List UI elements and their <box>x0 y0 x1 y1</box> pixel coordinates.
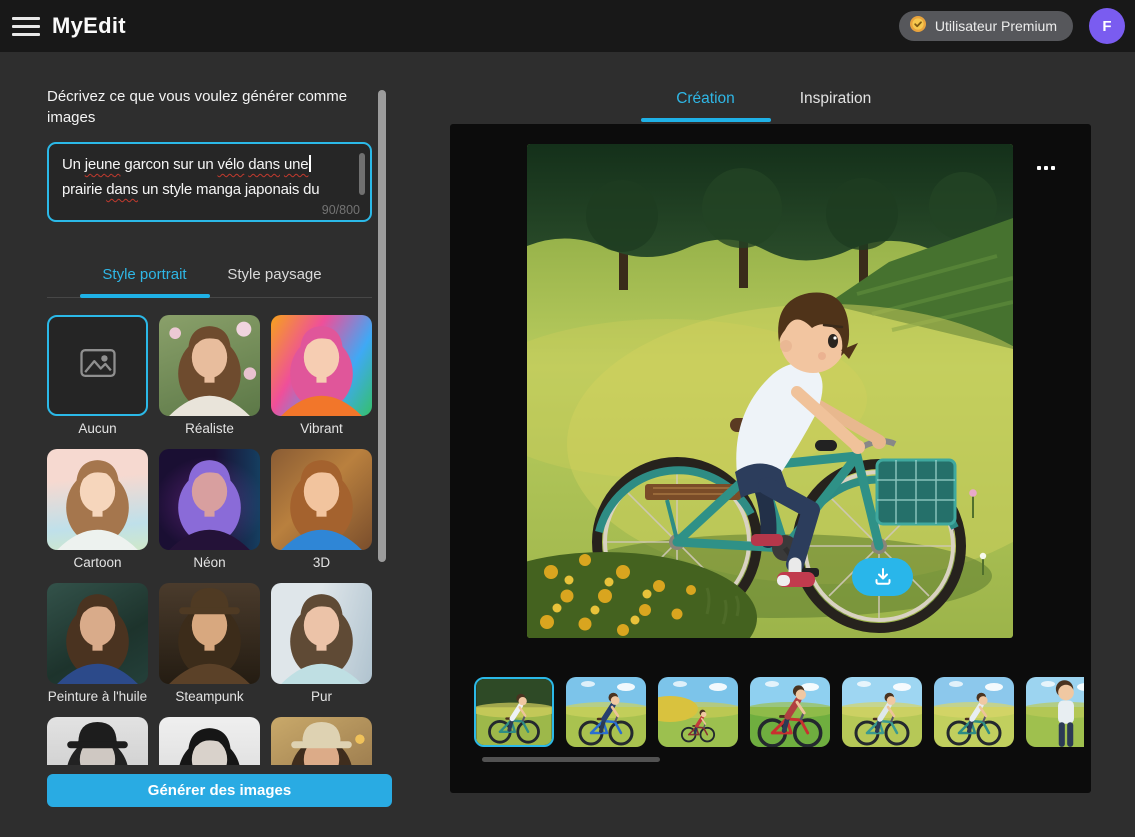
style-label: Vibrant <box>300 421 343 436</box>
more-options-button[interactable] <box>1028 157 1064 179</box>
style-label: Peinture à l'huile <box>47 689 148 704</box>
prompt-label: Décrivez ce que vous voulez générer comm… <box>47 88 348 126</box>
style-option-partial-2[interactable] <box>159 717 260 765</box>
tab-style-paysage[interactable]: Style paysage <box>210 266 340 296</box>
result-tabs: Création Inspiration <box>450 90 1091 122</box>
left-panel-scrollbar[interactable] <box>378 90 386 562</box>
strip-scrollbar[interactable] <box>482 757 660 762</box>
prompt-text[interactable]: Un jeune garcon sur un vélo dans une pra… <box>62 152 344 204</box>
style-label: Aucun <box>78 421 117 436</box>
image-placeholder-icon <box>76 341 120 390</box>
styles-scroll-area: Aucun Réaliste Vibrant Cartoon Néon 3D P… <box>47 315 372 765</box>
style-option-cartoon[interactable]: Cartoon <box>47 449 148 571</box>
char-counter: 90/800 <box>321 203 360 217</box>
style-option-realiste[interactable]: Réaliste <box>159 315 260 437</box>
app-header: MyEdit Utilisateur Premium F <box>0 0 1135 52</box>
style-label: Néon <box>193 555 226 570</box>
variation-thumb-2[interactable] <box>566 677 646 747</box>
style-label: Réaliste <box>185 421 234 436</box>
style-option-aucun[interactable]: Aucun <box>47 315 148 437</box>
variation-thumb-4[interactable] <box>750 677 830 747</box>
hamburger-icon[interactable] <box>12 16 40 36</box>
variation-thumb-6[interactable] <box>934 677 1014 747</box>
prompt-scrollbar[interactable] <box>359 153 365 195</box>
variation-thumb-1[interactable] <box>474 677 554 747</box>
style-option-3d[interactable]: 3D <box>271 449 372 571</box>
style-option-pur[interactable]: Pur <box>271 583 372 705</box>
tab-inspiration[interactable]: Inspiration <box>771 90 901 120</box>
style-option-neon[interactable]: Néon <box>159 449 260 571</box>
premium-label: Utilisateur Premium <box>934 18 1057 34</box>
avatar[interactable]: F <box>1089 8 1125 44</box>
style-label: Cartoon <box>73 555 122 570</box>
style-label: 3D <box>312 555 331 570</box>
premium-badge-icon <box>909 15 927 38</box>
download-button[interactable] <box>852 558 913 596</box>
app-logo: MyEdit <box>52 13 126 38</box>
variation-thumb-5[interactable] <box>842 677 922 747</box>
download-icon <box>872 565 894 590</box>
style-label: Pur <box>310 689 332 704</box>
prompt-input[interactable]: Un jeune garcon sur un vélo dans une pra… <box>47 142 372 222</box>
style-option-partial-1[interactable] <box>47 717 148 765</box>
style-option-vibrant[interactable]: Vibrant <box>271 315 372 437</box>
style-tabs: Style portrait Style paysage <box>47 266 372 298</box>
ellipsis-icon <box>1037 166 1041 170</box>
variation-thumb-3[interactable] <box>658 677 738 747</box>
tab-style-portrait[interactable]: Style portrait <box>79 266 210 298</box>
variations-strip <box>474 677 1084 755</box>
creation-panel <box>450 124 1091 793</box>
generated-image[interactable] <box>527 144 1013 638</box>
style-label: Steampunk <box>175 689 244 704</box>
style-option-partial-3[interactable] <box>271 717 372 765</box>
style-option-steampunk[interactable]: Steampunk <box>159 583 260 705</box>
style-option-peinture-huile[interactable]: Peinture à l'huile <box>47 583 148 705</box>
tab-creation[interactable]: Création <box>640 90 771 122</box>
premium-user-badge[interactable]: Utilisateur Premium <box>898 11 1073 41</box>
variation-thumb-7[interactable] <box>1026 677 1084 747</box>
generate-images-button[interactable]: Générer des images <box>47 774 392 807</box>
